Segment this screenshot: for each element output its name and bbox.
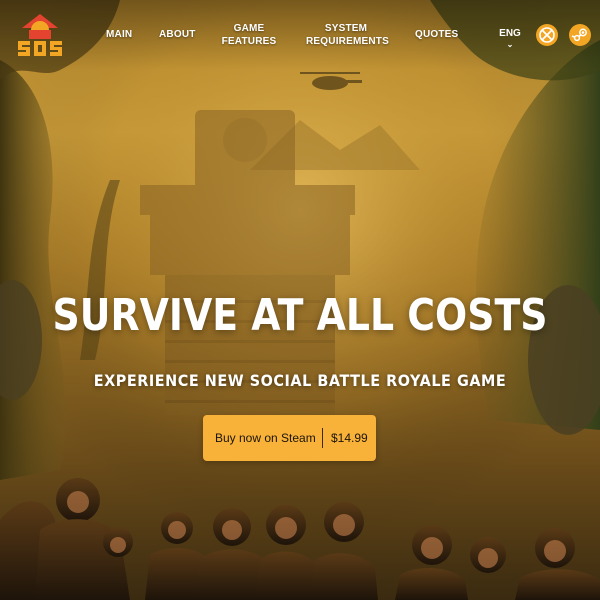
hero-subtitle: EXPERIENCE NEW SOCIAL BATTLE ROYALE GAME [93,371,507,390]
xbox-icon[interactable] [536,24,558,46]
sos-logo[interactable] [14,8,66,60]
sos-logo-icon [18,14,62,56]
nav-about-label: ABOUT [159,29,196,40]
nav-game-features-line2: FEATURES [221,36,277,47]
nav-system-requirements-line2: REQUIREMENTS [306,36,389,47]
chevron-down-icon: ⌄ [506,40,514,49]
nav-system-requirements-line1: SYSTEM [324,23,368,34]
steam-icon[interactable] [569,24,591,46]
buy-now-steam-button[interactable]: Buy now on Steam $14.99 [203,415,376,461]
xbox-glyph [539,27,555,43]
buy-button-price: $14.99 [331,431,368,445]
hero-title: SURVIVE AT ALL COSTS [52,290,548,341]
nav-main[interactable]: MAIN [106,28,132,41]
nav-quotes-label: QUOTES [415,29,459,40]
nav-about[interactable]: ABOUT [159,28,196,41]
nav-system-requirements[interactable]: SYSTEM REQUIREMENTS [306,22,389,48]
steam-glyph [571,28,587,42]
buy-button-label: Buy now on Steam [215,431,316,445]
language-selected: ENG [499,28,521,39]
nav-game-features[interactable]: GAME FEATURES [220,22,278,48]
site-header: MAIN ABOUT GAME FEATURES SYSTEM REQUIREM… [0,0,600,70]
nav-game-features-line1: GAME [233,23,265,34]
language-selector[interactable]: ENG ⌄ [498,28,522,49]
nav-main-label: MAIN [106,29,133,40]
nav-quotes[interactable]: QUOTES [415,28,458,41]
